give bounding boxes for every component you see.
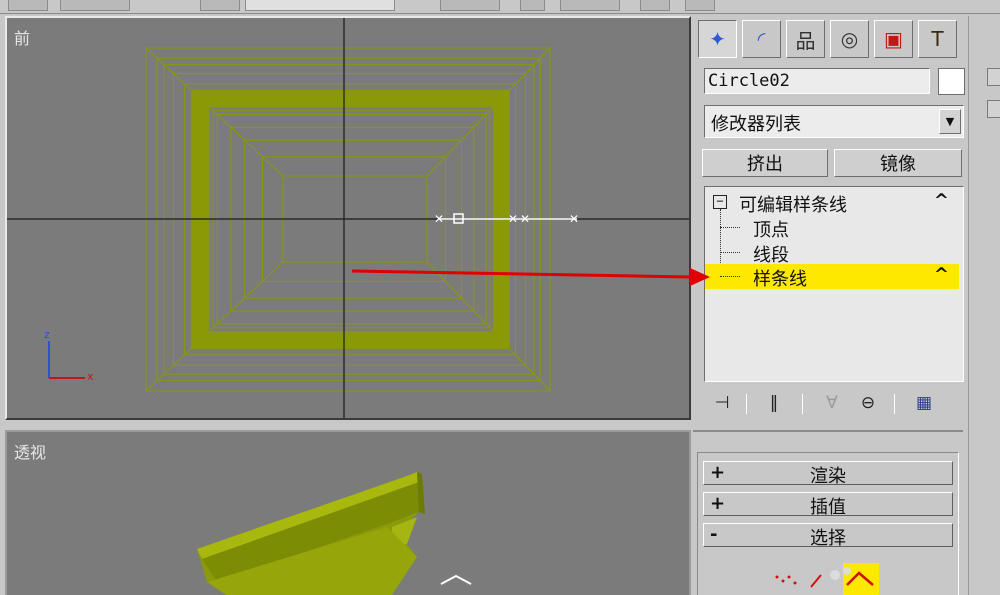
pin-stack-button[interactable]: ⊣ xyxy=(708,390,736,416)
trash-icon: ⊖ xyxy=(860,393,876,413)
collapse-icon[interactable]: − xyxy=(713,195,727,209)
toolbar-button[interactable] xyxy=(200,0,240,11)
side-tab[interactable] xyxy=(987,68,1000,86)
rollout-title: 选择 xyxy=(810,528,846,549)
stack-item-vertex[interactable]: 顶点 xyxy=(705,215,959,241)
create-icon: ✦ xyxy=(709,27,726,51)
svg-text:✕: ✕ xyxy=(520,212,530,226)
modify-tab[interactable]: ◜ xyxy=(742,20,781,58)
rollout-selection[interactable]: - 选择 xyxy=(703,523,953,549)
toolbar-button[interactable] xyxy=(640,0,670,11)
stack-item-editable-spline[interactable]: − 可编辑样条线 ^ xyxy=(705,190,959,216)
toolbar-button[interactable] xyxy=(60,0,130,11)
chevron-up-icon: ^ xyxy=(933,190,949,211)
perspective-viewport[interactable]: 透视 xyxy=(5,430,691,595)
motion-icon: ◎ xyxy=(840,27,859,51)
display-tab[interactable]: ▣ xyxy=(874,20,913,58)
selection-level-icons[interactable] xyxy=(763,557,893,595)
chevron-up-icon: ^ xyxy=(933,264,949,285)
rollout-title: 插值 xyxy=(810,497,846,518)
right-scroll-edge xyxy=(968,16,1000,595)
modifier-list-dropdown[interactable]: 修改器列表 ▼ xyxy=(704,105,964,138)
wireframe-edge xyxy=(426,47,551,177)
modifier-list-label: 修改器列表 xyxy=(711,114,801,135)
modify-icon: ◜ xyxy=(757,27,766,51)
command-panel-tabs: ✦ ◜ 品 ◎ ▣ T xyxy=(696,20,964,58)
extrude-button[interactable]: 挤出 xyxy=(702,149,828,177)
side-tab[interactable] xyxy=(987,100,1000,118)
stack-item-segment[interactable]: 线段 xyxy=(705,240,959,266)
toolbar-button[interactable] xyxy=(520,0,545,11)
stack-item-spline[interactable]: 样条线 ^ xyxy=(705,264,959,290)
configure-icon: ▦ xyxy=(915,393,933,413)
perspective-model xyxy=(197,472,472,595)
rollout-title: 渲染 xyxy=(810,466,846,487)
chevron-down-icon[interactable]: ▼ xyxy=(939,109,961,134)
create-tab[interactable]: ✦ xyxy=(698,20,737,58)
hierarchy-tab[interactable]: 品 xyxy=(786,20,825,58)
toolbar-button[interactable] xyxy=(685,0,715,11)
axis-x-label: x xyxy=(87,370,94,383)
front-viewport-label[interactable]: 前 xyxy=(14,25,30,49)
modifier-stack[interactable]: − 可编辑样条线 ^ 顶点 线段 样条线 ^ xyxy=(704,186,964,382)
hammer-icon: T xyxy=(931,27,944,51)
remove-modifier-button[interactable]: ⊖ xyxy=(854,390,882,416)
make-unique-icon: ∀ xyxy=(826,393,838,413)
mirror-button[interactable]: 镜像 xyxy=(834,149,962,177)
stack-item-label: 样条线 xyxy=(753,269,807,290)
configure-modifier-sets-button[interactable]: ▦ xyxy=(910,390,938,416)
wireframe-edge xyxy=(145,261,284,392)
toolbar-button[interactable] xyxy=(560,0,620,11)
toolbar-button[interactable] xyxy=(440,0,500,11)
utilities-tab[interactable]: T xyxy=(918,20,957,58)
svg-text:✕: ✕ xyxy=(434,212,444,226)
show-end-result-icon: ‖ xyxy=(769,393,779,413)
vertex-level-icon xyxy=(775,575,797,585)
axis-z-label: z xyxy=(44,328,50,341)
stack-toolbar: ⊣ ‖ ∀ ⊖ ▦ xyxy=(704,388,964,418)
front-wireframe: ✕ ✕ ✕ ✕ z x xyxy=(7,18,689,418)
stack-item-label: 可编辑样条线 xyxy=(739,195,847,216)
motion-tab[interactable]: ◎ xyxy=(830,20,869,58)
axis-gizmo: z x xyxy=(44,328,94,383)
object-color-swatch[interactable] xyxy=(938,68,965,95)
segment-level-icon xyxy=(810,574,822,588)
svg-text:✕: ✕ xyxy=(508,212,518,226)
perspective-viewport-label[interactable]: 透视 xyxy=(14,439,46,463)
rollout-area: + 渲染 + 插值 - 选择 xyxy=(693,430,963,595)
rollout-rendering[interactable]: + 渲染 xyxy=(703,461,953,487)
display-icon: ▣ xyxy=(884,27,903,51)
wireframe-edge xyxy=(145,47,284,177)
make-unique-button[interactable]: ∀ xyxy=(818,390,846,416)
object-name-field[interactable]: Circle02 xyxy=(704,68,930,94)
toolbar-dropdown[interactable] xyxy=(245,0,395,11)
wireframe-edge xyxy=(426,261,551,392)
pin-icon: ⊣ xyxy=(714,393,730,413)
rollout-interpolation[interactable]: + 插值 xyxy=(703,492,953,518)
toolbar-button[interactable] xyxy=(8,0,48,11)
show-end-result-button[interactable]: ‖ xyxy=(760,390,788,416)
main-toolbar xyxy=(0,0,1000,14)
front-viewport[interactable]: ✕ ✕ ✕ ✕ z x 前 xyxy=(5,16,691,420)
stack-item-label: 顶点 xyxy=(753,220,789,241)
hierarchy-icon: 品 xyxy=(795,28,816,53)
svg-text:✕: ✕ xyxy=(569,212,579,226)
